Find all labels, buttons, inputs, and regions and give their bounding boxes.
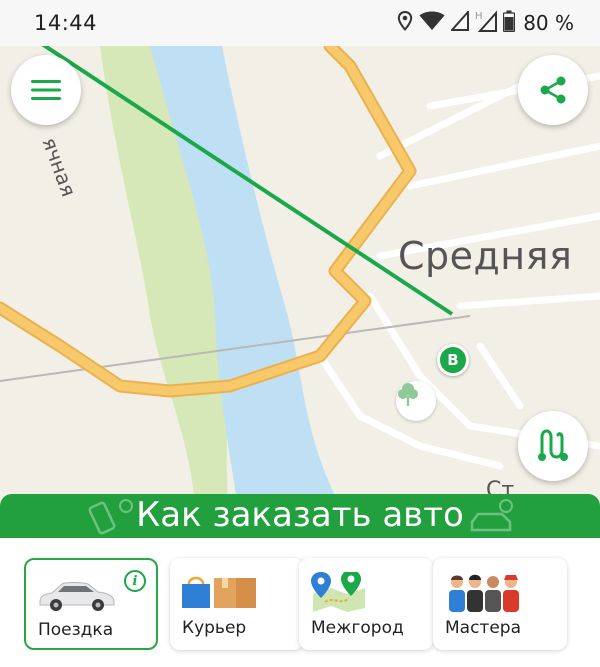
- share-button[interactable]: [518, 55, 588, 125]
- service-label: Курьер: [182, 618, 247, 638]
- masters-people-icon: [449, 574, 519, 612]
- share-icon: [540, 76, 566, 104]
- park-poi-marker[interactable]: [396, 381, 436, 421]
- map-view[interactable]: ячная Средняя Ст B: [0, 46, 600, 506]
- district-label: Средняя: [398, 234, 573, 278]
- service-card-ride[interactable]: i Поездка: [24, 558, 158, 650]
- hamburger-icon: [31, 80, 61, 100]
- route-button[interactable]: [518, 411, 588, 481]
- service-label: Межгород: [311, 618, 404, 638]
- wifi-icon: [419, 11, 445, 35]
- banner-title: Как заказать авто: [136, 495, 464, 535]
- destination-marker[interactable]: B: [437, 344, 469, 376]
- route-path-icon: [538, 429, 568, 461]
- service-card-masters[interactable]: Мастера: [433, 558, 567, 650]
- service-card-intercity[interactable]: Межгород: [299, 558, 433, 650]
- tree-icon: [398, 383, 418, 406]
- status-time: 14:44: [34, 11, 98, 35]
- courier-boxes-icon: [182, 576, 256, 608]
- location-icon: [397, 10, 413, 35]
- car-icon: [39, 582, 115, 611]
- battery-percent: 80 %: [523, 11, 574, 35]
- menu-button[interactable]: [11, 55, 81, 125]
- info-icon[interactable]: i: [124, 570, 146, 592]
- intercity-map-icon: [311, 572, 365, 612]
- service-label: Поездка: [38, 620, 114, 640]
- how-to-order-banner[interactable]: Как заказать авто: [0, 494, 600, 540]
- status-bar: 14:44 H 80 %: [0, 0, 600, 46]
- service-label: Мастера: [445, 618, 522, 638]
- service-panel: i Поездка Курьер Межгород Мастера: [0, 538, 600, 667]
- signal-icon: [449, 9, 470, 35]
- battery-icon: [503, 10, 516, 36]
- svg-text:H: H: [475, 11, 483, 22]
- signal-h-icon: H: [475, 10, 498, 36]
- service-card-courier[interactable]: Курьер: [170, 558, 304, 650]
- status-icons: H 80 %: [397, 9, 574, 37]
